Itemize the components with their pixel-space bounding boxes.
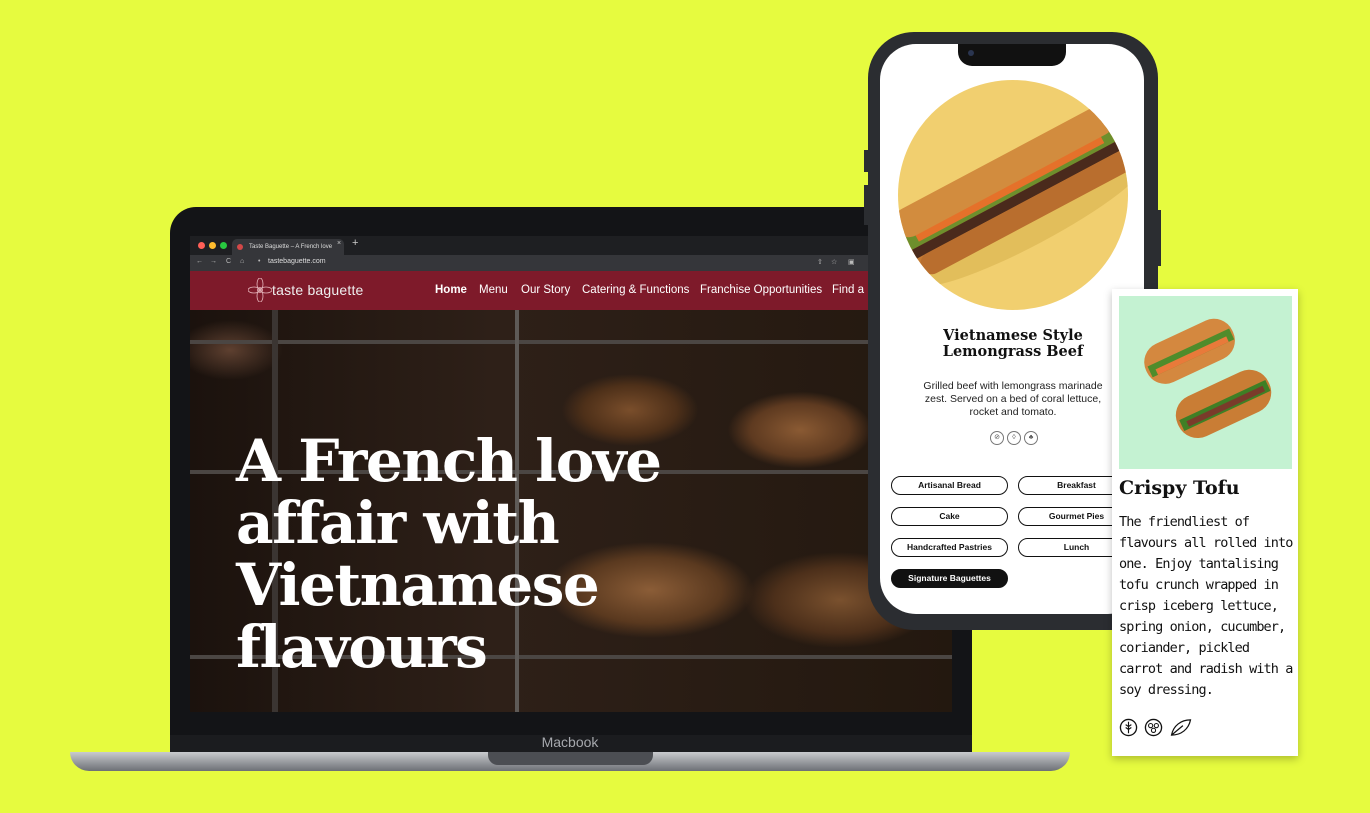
lock-icon: • xyxy=(258,258,261,265)
category-cake[interactable]: Cake xyxy=(891,507,1008,526)
nut-icon xyxy=(1144,718,1163,737)
device-label: Macbook xyxy=(541,734,599,750)
minimize-window-button[interactable] xyxy=(209,242,216,249)
leaf-icon xyxy=(1170,719,1192,736)
hero-line: flavours xyxy=(236,613,488,681)
hero-line: A French love xyxy=(236,427,662,495)
back-icon[interactable]: ← xyxy=(196,258,203,265)
hero-line: affair with xyxy=(236,489,560,557)
nav-catering[interactable]: Catering & Functions xyxy=(582,284,689,296)
dairy-icon: ◊ xyxy=(1007,431,1021,445)
baguette-illustration xyxy=(898,106,1128,286)
gluten-icon: ⊘ xyxy=(990,431,1004,445)
card-description: The friendliest of flavours all rolled i… xyxy=(1119,514,1293,698)
extension-icon[interactable]: ▣ xyxy=(848,258,855,266)
browser-tab-bar: Taste Baguette – A French love × + xyxy=(190,236,952,255)
laptop-opening-notch xyxy=(488,752,653,765)
product-description: Grilled beef with lemongrass marinade ze… xyxy=(923,380,1103,418)
nav-our-story[interactable]: Our Story xyxy=(521,284,570,296)
close-window-button[interactable] xyxy=(198,242,205,249)
product-title: Vietnamese Style Lemongrass Beef xyxy=(900,328,1126,360)
share-icon[interactable]: ⇧ xyxy=(817,258,823,266)
nav-home[interactable]: Home xyxy=(435,284,467,296)
category-artisanal-bread[interactable]: Artisanal Bread xyxy=(891,476,1008,495)
product-title-line: Vietnamese Style xyxy=(943,327,1083,344)
close-tab-button[interactable]: × xyxy=(337,240,341,247)
camera-icon xyxy=(968,50,974,56)
tofu-baguette-illustration xyxy=(1144,318,1272,439)
vegetable-icon: ♣ xyxy=(1024,431,1038,445)
site-header: taste baguette Home Menu Our Story Cater… xyxy=(190,271,952,310)
forward-icon[interactable]: → xyxy=(210,258,217,265)
tab-title: Taste Baguette – A French love xyxy=(249,244,333,250)
home-icon[interactable]: ⌂ xyxy=(240,258,244,265)
url-input[interactable]: tastebaguette.com xyxy=(268,258,326,265)
nav-find[interactable]: Find a xyxy=(832,284,864,296)
maximize-window-button[interactable] xyxy=(220,242,227,249)
reload-icon[interactable]: C xyxy=(226,258,231,265)
category-signature-baguettes[interactable]: Signature Baguettes xyxy=(891,569,1008,588)
address-bar-row: ← → C ⌂ • tastebaguette.com ⇧ ☆ ▣ xyxy=(190,255,952,271)
logo-text[interactable]: taste baguette xyxy=(272,282,364,298)
bookmark-star-icon[interactable]: ☆ xyxy=(831,258,837,266)
browser-tab[interactable]: Taste Baguette – A French love xyxy=(232,239,344,255)
phone-notch xyxy=(958,44,1066,66)
hero-headline: A French love affair with Vietnamese fla… xyxy=(236,430,736,678)
new-tab-button[interactable]: + xyxy=(352,237,358,249)
flower-logo-icon[interactable] xyxy=(248,278,272,302)
card-title: Crispy Tofu xyxy=(1119,477,1240,499)
hero-image: A French love affair with Vietnamese fla… xyxy=(190,310,952,712)
rack-bar xyxy=(190,340,952,344)
card-image xyxy=(1119,296,1292,469)
category-handcrafted-pastries[interactable]: Handcrafted Pastries xyxy=(891,538,1008,557)
product-title-line: Lemongrass Beef xyxy=(942,343,1084,360)
product-image xyxy=(898,80,1128,310)
nav-menu[interactable]: Menu xyxy=(479,284,508,296)
diet-icons: ⊘ ◊ ♣ xyxy=(988,431,1040,445)
favicon-icon xyxy=(237,244,243,250)
wheat-icon xyxy=(1119,718,1138,737)
nav-franchise[interactable]: Franchise Opportunities xyxy=(700,284,822,296)
hero-line: Vietnamese xyxy=(236,551,600,619)
laptop-screen: Taste Baguette – A French love × + ← → C… xyxy=(190,236,952,712)
